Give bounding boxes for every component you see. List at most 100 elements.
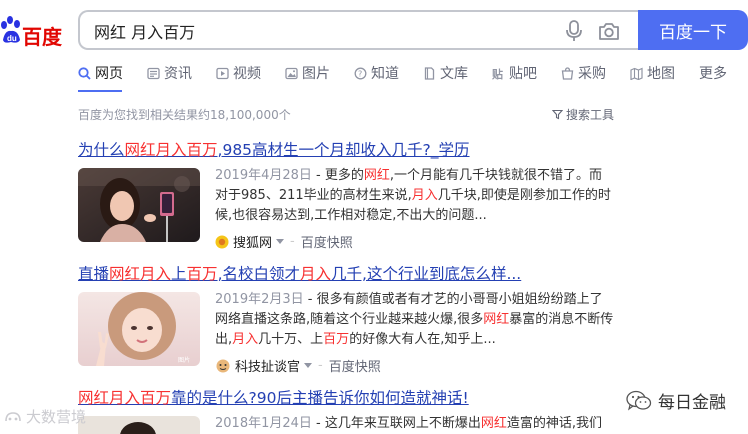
source-name[interactable]: 科技扯谈官 [235,356,300,375]
woman-peace-sign-image: 图片 [78,292,200,366]
watermark-logo-icon [5,411,21,421]
tab-label: 资讯 [164,66,192,82]
text-segment: 的好像大有人在,知乎上... [349,332,496,347]
tab-label: 地图 [647,66,675,82]
tab-map[interactable]: 地图 [630,62,675,84]
tab-label: 视频 [233,66,261,82]
tab-label: 图片 [302,66,330,82]
separator: - [290,234,295,249]
search-tools-label: 搜索工具 [566,108,615,122]
watermark: 大数营境 [4,406,86,427]
wechat-brand-mark: 每日金融 [626,388,726,413]
result-image [78,416,200,434]
sohu-logo-icon [215,235,229,248]
result-source: 搜狐网 - 百度快照 [215,232,353,251]
text-segment: ,985高材生一个月却收入几千?_学历 [217,141,470,159]
result-count: 百度为您找到相关结果约18,100,000个 [78,108,291,122]
highlighted-keyword: 网红 [480,416,507,431]
result-abstract: 2019年2月3日 - 很多有颜值或者有才艺的小哥哥小姐姐纷纷踏上了网络直播这条… [215,290,615,350]
result-thumbnail[interactable] [78,416,200,434]
search-tabs: 网页 资讯 视频 图片 ? 知道 文库 贴 贴吧 采购 地图 更多 [78,62,748,84]
cache-link[interactable]: 百度快照 [329,356,381,375]
result-thumbnail[interactable]: 图片 [78,292,200,366]
paw-icon: du [1,16,20,43]
tab-label: 知道 [371,66,399,82]
text-segment: - 更多的 [311,168,364,183]
search-result: 直播网红月入上百万,名校白领才月入几千,这个行业到底怎么样... 图片 2019… [78,262,638,375]
tab-label: 采购 [578,66,606,82]
highlighted-keyword: 网红月入 [109,265,172,283]
text-segment: 靠的是什么?90后主播告诉你如何造就神话! [171,389,469,407]
search-result: 网红月入百万靠的是什么?90后主播告诉你如何造就神话! 2018年1月24日 -… [78,386,638,434]
text-segment: ,名校白领才 [217,265,300,283]
result-title[interactable]: 网红月入百万靠的是什么?90后主播告诉你如何造就神话! [78,389,469,407]
tab-label: 贴吧 [509,66,537,82]
document-icon [424,66,435,80]
tab-more[interactable]: 更多 [699,62,727,84]
text-segment: 几千,这个行业到底怎么样... [331,265,522,283]
microphone-icon[interactable] [564,20,584,42]
highlighted-keyword: 网红 [483,312,510,327]
search-result: 为什么网红月入百万,985高材生一个月却收入几千?_学历 2019年4月28日 … [78,138,638,251]
result-date: 2019年4月28日 [215,168,312,183]
search-icon [78,66,91,80]
map-icon [630,67,643,80]
tab-video[interactable]: 视频 [216,62,261,84]
baidu-logo[interactable]: du 百度 [0,16,62,49]
woman-with-phone-image [78,168,200,242]
text-segment: - 这几年来互联网上不断爆出 [311,416,481,431]
svg-text:du: du [7,34,17,43]
highlighted-keyword: 百万 [323,332,350,347]
image-icon [285,67,298,79]
highlighted-keyword: 网红月入百万 [124,141,218,159]
source-name[interactable]: 搜狐网 [233,232,272,251]
watermark-text: 大数营境 [26,408,87,426]
source-menu-icon[interactable] [304,363,313,368]
tieba-icon: 贴 [492,67,503,80]
search-tools-button[interactable]: 搜索工具 [552,106,614,123]
tab-news[interactable]: 资讯 [147,62,192,84]
svg-text:贴: 贴 [492,67,503,80]
logo-text: 百度 [22,25,62,49]
result-thumbnail[interactable] [78,168,200,242]
source-menu-icon[interactable] [276,239,285,244]
author-avatar-icon [216,359,230,372]
tab-caigou[interactable]: 采购 [561,62,606,84]
highlighted-keyword: 百万 [186,265,218,283]
brand-name: 每日金融 [658,393,726,413]
camera-icon[interactable] [598,21,620,41]
cache-link[interactable]: 百度快照 [301,232,353,251]
search-input[interactable] [94,20,534,42]
svg-text:图片: 图片 [178,356,190,364]
highlighted-keyword: 月入 [232,332,259,347]
filter-icon [552,109,563,120]
text-segment: 直播 [78,265,110,283]
tab-image[interactable]: 图片 [285,62,330,84]
tab-label: 文库 [440,66,468,82]
question-icon: ? [354,67,367,79]
highlighted-keyword: 网红 [363,168,390,183]
result-title[interactable]: 为什么网红月入百万,985高材生一个月却收入几千?_学历 [78,141,470,159]
video-icon [216,67,229,79]
result-title[interactable]: 直播网红月入上百万,名校白领才月入几千,这个行业到底怎么样... [78,265,521,283]
wechat-icon [626,390,652,410]
text-segment: 为什么 [78,141,125,159]
result-abstract: 2018年1月24日 - 这几年来互联网上不断爆出网红造富的神话,我们常 [215,414,615,434]
tab-zhidao[interactable]: ? 知道 [354,62,399,84]
result-date: 2018年1月24日 [215,416,312,431]
result-date: 2019年2月3日 [215,292,304,307]
highlighted-keyword: 月入 [411,188,438,203]
tab-tieba[interactable]: 贴 贴吧 [492,62,537,84]
search-button[interactable]: 百度一下 [638,10,748,50]
svg-text:?: ? [358,69,362,78]
result-source: 科技扯谈官 - 百度快照 [215,356,381,375]
tab-label: 更多 [699,66,727,82]
text-segment: 几十万、上 [258,332,324,347]
separator: - [318,358,323,373]
tab-label: 网页 [95,66,123,82]
tab-web[interactable]: 网页 [78,62,123,84]
tab-wenku[interactable]: 文库 [423,62,468,84]
active-tab-indicator [78,90,122,92]
highlighted-keyword: 月入 [300,265,332,283]
highlighted-keyword: 网红月入百万 [78,389,172,407]
